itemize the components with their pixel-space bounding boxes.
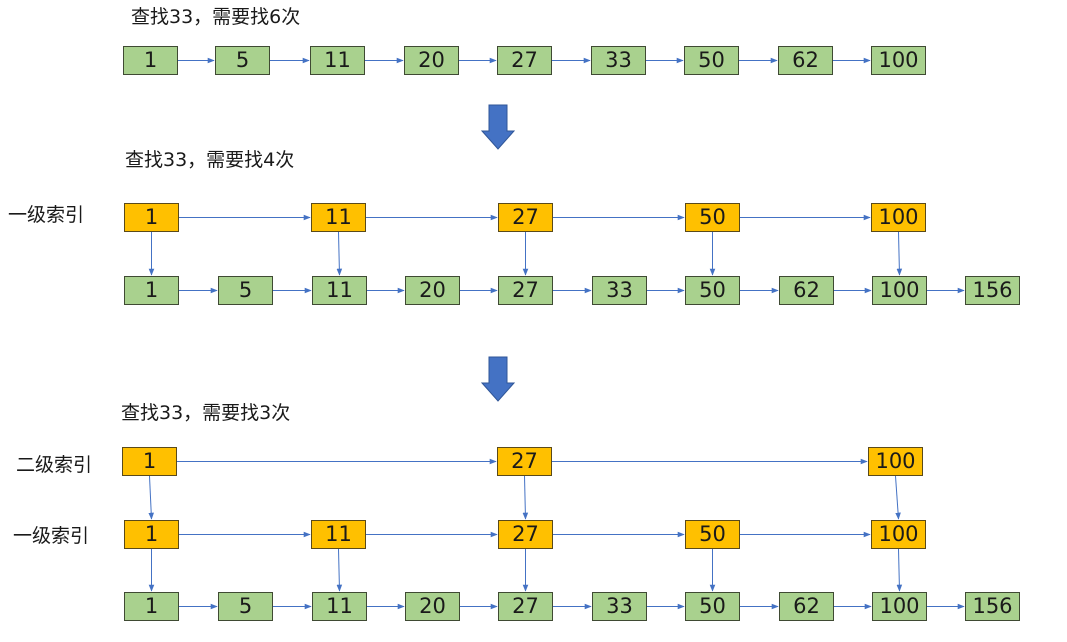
index-node: 27 — [498, 203, 553, 232]
down-link-arrow — [896, 231, 903, 276]
index-node: 11 — [311, 203, 366, 232]
index-node: 100 — [871, 203, 926, 232]
index-node: 1 — [124, 520, 179, 549]
step-arrows — [480, 104, 516, 402]
base-node: 50 — [684, 46, 739, 75]
down-link-arrow — [522, 475, 529, 520]
index-node: 100 — [868, 447, 923, 476]
index-node: 27 — [498, 520, 553, 549]
base-node: 27 — [498, 276, 553, 305]
base-node: 33 — [592, 276, 647, 305]
index-node: 1 — [122, 447, 177, 476]
base-node: 62 — [779, 592, 834, 621]
down-link-arrow — [336, 548, 343, 592]
base-node: 100 — [872, 592, 927, 621]
base-node: 156 — [965, 592, 1020, 621]
base-node: 33 — [592, 592, 647, 621]
index-node: 100 — [871, 520, 926, 549]
index-node: 27 — [497, 447, 552, 476]
base-node: 1 — [123, 46, 178, 75]
base-node: 20 — [405, 276, 460, 305]
base-node: 5 — [218, 276, 273, 305]
base-node: 20 — [405, 592, 460, 621]
index-node: 50 — [685, 203, 740, 232]
base-node: 50 — [685, 276, 740, 305]
index-node: 11 — [311, 520, 366, 549]
base-node: 156 — [965, 276, 1020, 305]
section-3-caption: 查找33，需要找3次 — [121, 402, 291, 424]
section-3-level1-label: 一级索引 — [13, 525, 90, 547]
down-link-arrow — [896, 548, 903, 592]
base-node: 62 — [778, 46, 833, 75]
base-node: 1 — [124, 276, 179, 305]
down-link-arrow — [148, 475, 155, 520]
base-node: 5 — [215, 46, 270, 75]
base-node: 11 — [312, 276, 367, 305]
base-node: 100 — [872, 276, 927, 305]
base-node: 20 — [404, 46, 459, 75]
section-2-caption: 查找33，需要找4次 — [125, 149, 295, 171]
base-node: 5 — [218, 592, 273, 621]
base-node: 27 — [498, 592, 553, 621]
base-node: 62 — [779, 276, 834, 305]
link-arrows — [148, 57, 965, 610]
base-node: 50 — [685, 592, 740, 621]
base-node: 27 — [497, 46, 552, 75]
down-step-arrow — [480, 356, 516, 402]
base-node: 33 — [591, 46, 646, 75]
section-2-level1-label: 一级索引 — [8, 204, 85, 226]
index-node: 1 — [124, 203, 179, 232]
base-node: 11 — [310, 46, 365, 75]
section-1-caption: 查找33，需要找6次 — [131, 6, 301, 28]
down-link-arrow — [336, 231, 343, 276]
base-node: 11 — [312, 592, 367, 621]
base-node: 100 — [871, 46, 926, 75]
base-node: 1 — [124, 592, 179, 621]
down-step-arrow — [480, 104, 516, 150]
down-link-arrow — [895, 475, 901, 520]
section-3-level2-label: 二级索引 — [16, 454, 93, 476]
index-node: 50 — [685, 520, 740, 549]
